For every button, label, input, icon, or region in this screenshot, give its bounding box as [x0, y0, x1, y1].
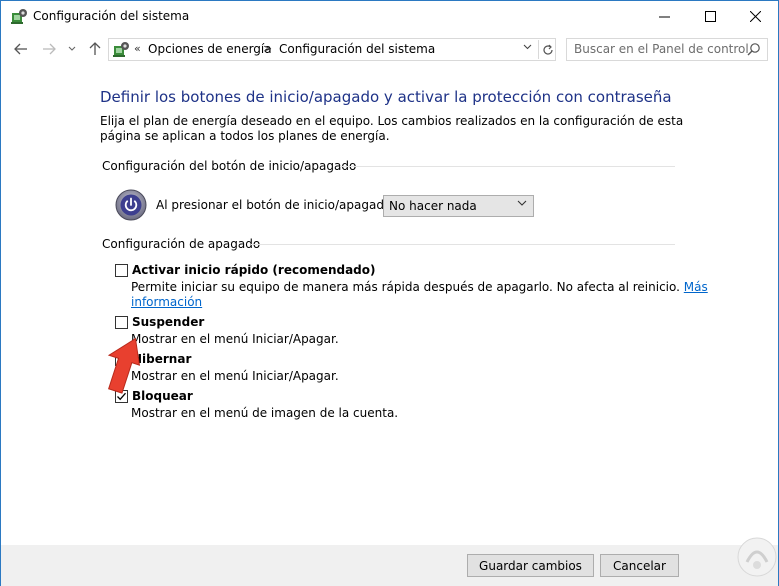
power-button-icon: [115, 189, 147, 221]
close-button[interactable]: [732, 1, 778, 32]
lock-description: Mostrar en el menú de imagen de la cuent…: [131, 406, 399, 420]
cancel-button[interactable]: Cancelar: [600, 554, 679, 577]
lock-label[interactable]: Bloquear: [132, 389, 193, 403]
fast-startup-description: Permite iniciar su equipo de manera más …: [131, 280, 708, 310]
watermark-logo-icon: [737, 537, 777, 577]
minimize-icon: [658, 16, 670, 18]
arrow-right-icon: [43, 43, 56, 55]
maximize-icon: [704, 11, 716, 22]
power-button-action-select[interactable]: No hacer nada: [383, 195, 534, 217]
sleep-label[interactable]: Suspender: [132, 315, 204, 329]
fast-startup-description-text: Permite iniciar su equipo de manera más …: [131, 280, 680, 294]
address-bar[interactable]: « Opciones de energía > Configuración de…: [108, 38, 556, 61]
section-divider: [340, 166, 675, 167]
title-bar[interactable]: Configuración del sistema: [1, 1, 778, 32]
recent-locations-button[interactable]: [65, 40, 79, 58]
selected-action: No hacer nada: [389, 199, 477, 213]
chevron-down-icon: [517, 200, 527, 206]
chevron-down-icon: [68, 46, 76, 51]
arrow-left-icon: [14, 43, 27, 55]
close-icon: [749, 11, 761, 22]
page-title: Definir los botones de inicio/apagado y …: [100, 88, 672, 106]
select-dropdown-arrow: [517, 199, 527, 210]
window-title: Configuración del sistema: [33, 9, 190, 23]
control-panel-icon: [11, 9, 27, 24]
hibernate-description: Mostrar en el menú Iniciar/Apagar.: [131, 369, 339, 383]
search-box[interactable]: Buscar en el Panel de control: [566, 38, 768, 61]
search-icon[interactable]: [747, 42, 761, 56]
breadcrumb-separator[interactable]: >: [263, 42, 272, 55]
breadcrumb-system-settings[interactable]: Configuración del sistema: [279, 42, 435, 56]
fast-startup-label[interactable]: Activar inicio rápido (recomendado): [132, 263, 376, 277]
maximize-button[interactable]: [687, 1, 733, 32]
up-button[interactable]: [85, 40, 105, 58]
system-settings-window: Configuración del sistema « Opciones de …: [0, 0, 779, 586]
shutdown-section-label: Configuración de apagado: [102, 237, 261, 251]
annotation-arrow-icon: [107, 337, 141, 394]
refresh-icon: [542, 44, 553, 55]
sleep-checkbox[interactable]: [115, 316, 128, 329]
forward-button[interactable]: [39, 40, 59, 58]
section-divider: [251, 244, 675, 245]
chevron-down-icon: [523, 44, 532, 50]
address-dropdown-button[interactable]: [523, 42, 532, 53]
control-panel-icon: [113, 42, 129, 57]
breadcrumb-power-options[interactable]: Opciones de energía: [148, 42, 272, 56]
back-button[interactable]: [11, 40, 31, 58]
breadcrumb-overflow-chevron[interactable]: «: [134, 42, 141, 55]
refresh-button[interactable]: [538, 40, 556, 59]
content-area: Definir los botones de inicio/apagado y …: [1, 65, 778, 545]
arrow-up-icon: [89, 42, 101, 55]
sleep-description: Mostrar en el menú Iniciar/Apagar.: [131, 332, 339, 346]
navigation-bar: « Opciones de energía > Configuración de…: [1, 32, 778, 65]
more-info-link[interactable]: Más: [684, 280, 708, 294]
power-button-label: Al presionar el botón de inicio/apagado:: [156, 198, 396, 212]
more-info-link-continued[interactable]: información: [131, 295, 202, 309]
page-description: Elija el plan de energía deseado en el e…: [100, 114, 684, 143]
power-button-section-label: Configuración del botón de inicio/apagad…: [102, 159, 357, 173]
fast-startup-checkbox[interactable]: [115, 264, 128, 277]
save-changes-button[interactable]: Guardar cambios: [467, 554, 594, 577]
minimize-button[interactable]: [641, 1, 687, 32]
search-input[interactable]: Buscar en el Panel de control: [574, 42, 749, 56]
dialog-footer: Guardar cambios Cancelar: [1, 545, 778, 586]
